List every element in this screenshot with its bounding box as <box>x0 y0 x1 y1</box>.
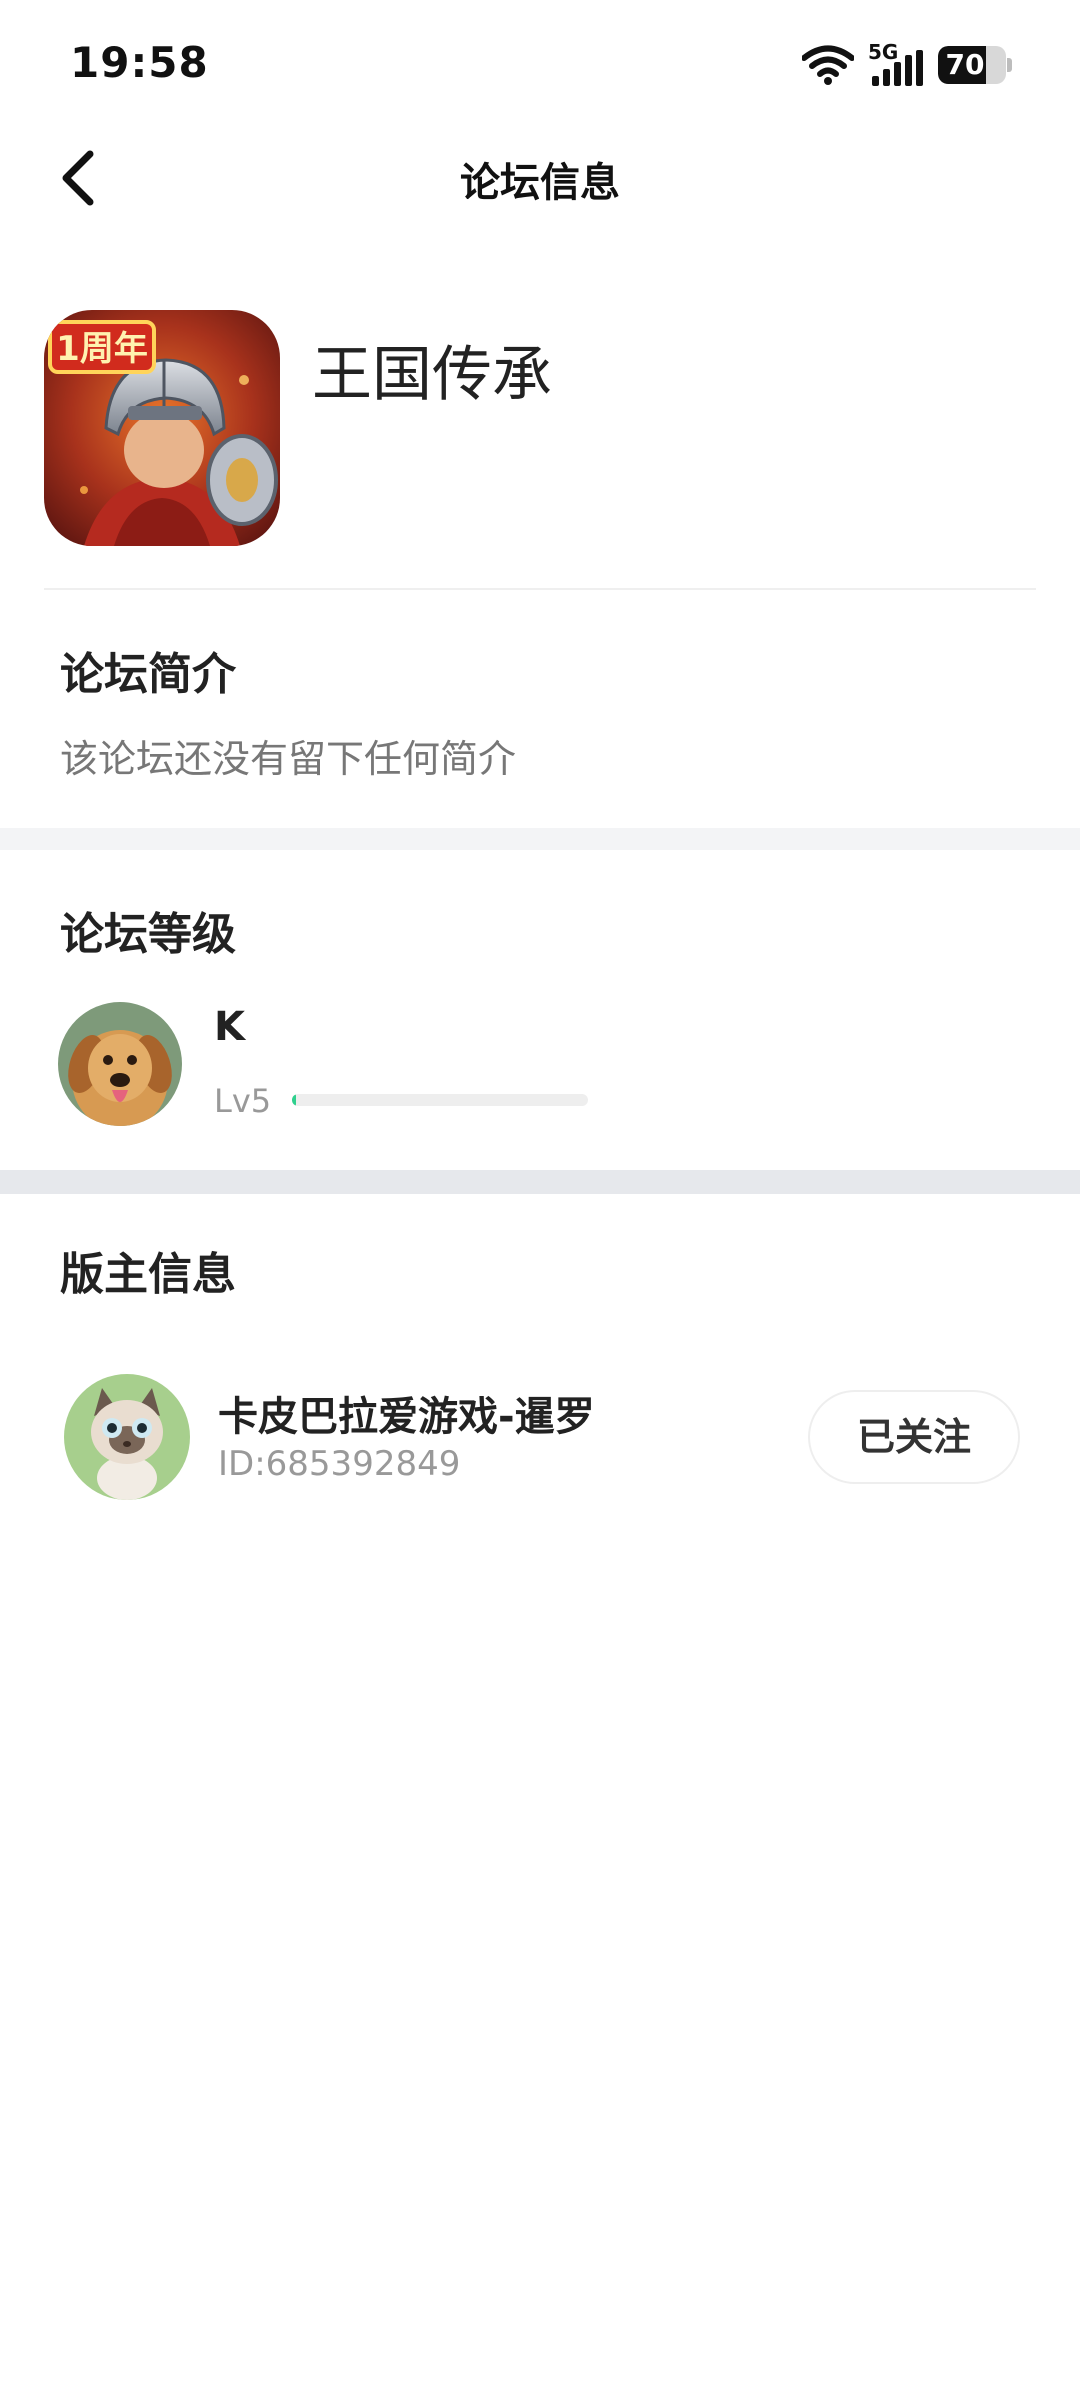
section-separator <box>0 828 1080 850</box>
nav-bar: 论坛信息 <box>0 130 1080 226</box>
moderator-id: ID:685392849 <box>218 1444 461 1484</box>
moderator-section: 版主信息 卡皮巴拉爱游戏-暹罗 ID:685392849 已关注 <box>0 1194 1080 1534</box>
follow-button[interactable]: 已关注 <box>808 1390 1020 1484</box>
moderator-avatar[interactable] <box>64 1374 190 1500</box>
section-separator <box>0 1170 1080 1194</box>
level-progress-fill <box>292 1094 297 1106</box>
forum-intro-text: 该论坛还没有留下任何简介 <box>60 737 517 781</box>
moderator-title: 版主信息 <box>60 1249 236 1300</box>
dog-avatar-image <box>58 1002 182 1126</box>
wifi-icon <box>802 45 854 85</box>
level-label: Lv5 <box>214 1082 272 1120</box>
status-time: 19:58 <box>70 38 209 87</box>
forum-icon-badge: 1周年 <box>56 329 148 369</box>
battery-level: 70 <box>945 48 985 81</box>
forum-icon: 1周年 <box>44 310 280 546</box>
moderator-name: 卡皮巴拉爱游戏-暹罗 <box>218 1394 595 1440</box>
forum-intro-section: 论坛简介 该论坛还没有留下任何简介 <box>0 600 1080 828</box>
divider <box>44 588 1036 590</box>
forum-name: 王国传承 <box>312 340 552 410</box>
signal-bars-icon <box>872 50 923 86</box>
battery-icon: 70 <box>938 46 1012 84</box>
level-user-name: K <box>214 1004 245 1050</box>
user-avatar[interactable] <box>58 1002 182 1126</box>
forum-info-screen: 19:58 5G 70 论坛信息 1周年 王国传承 论坛简介 该论坛还没有留下任… <box>0 0 1080 2398</box>
status-bar: 19:58 5G 70 <box>0 0 1080 130</box>
forum-level-section: 论坛等级 K Lv5 <box>0 850 1080 1170</box>
status-icons: 5G 70 <box>802 40 1012 88</box>
forum-intro-title: 论坛简介 <box>60 649 236 700</box>
signal-icon: 5G <box>868 40 924 86</box>
forum-level-title: 论坛等级 <box>60 909 236 960</box>
cat-avatar-image <box>64 1374 190 1500</box>
level-progress-bar <box>292 1094 588 1106</box>
forum-header: 1周年 王国传承 <box>0 300 1080 590</box>
page-title: 论坛信息 <box>460 160 620 206</box>
forum-game-artwork: 1周年 <box>44 310 280 546</box>
